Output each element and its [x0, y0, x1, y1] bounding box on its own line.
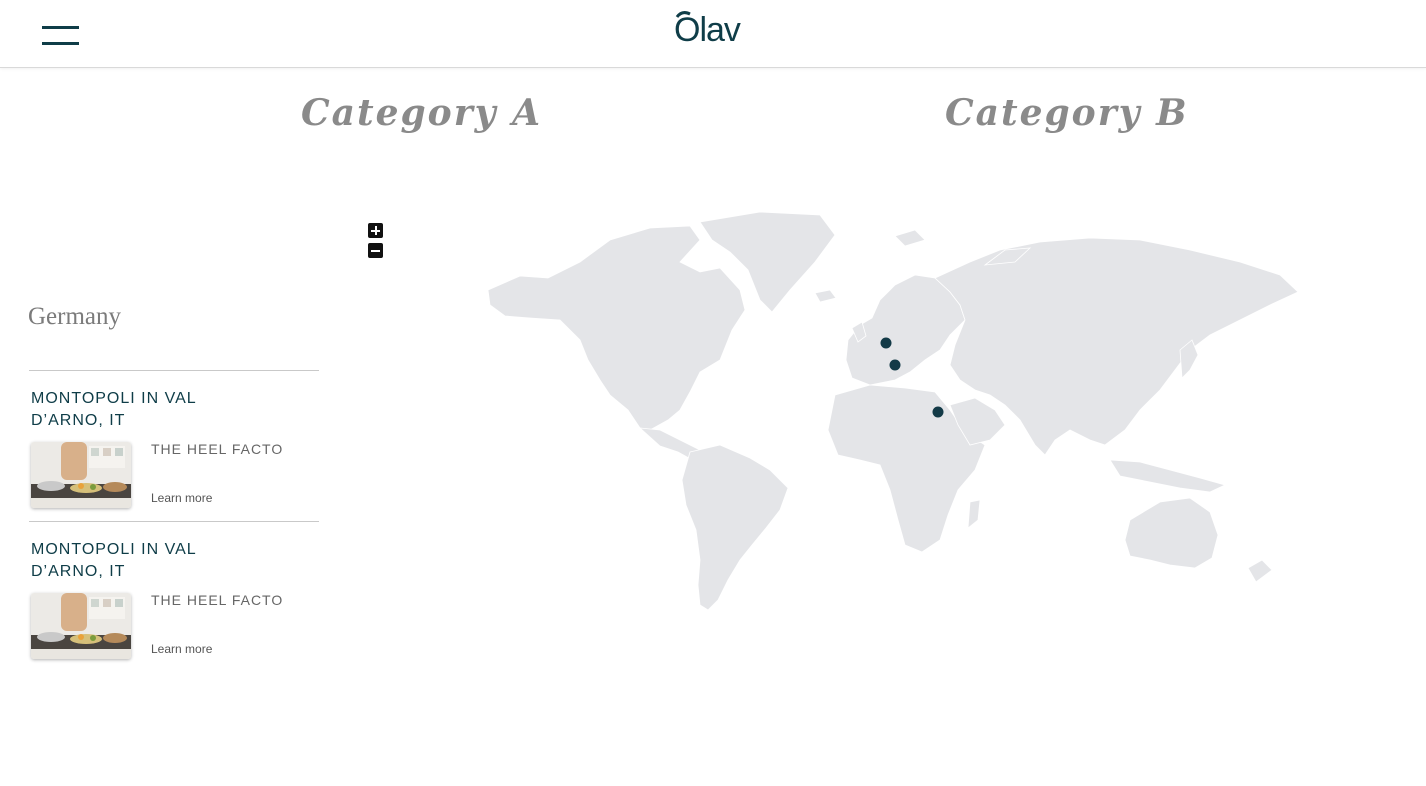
australia-shape	[1124, 497, 1219, 569]
svg-text:Olav: Olav	[674, 11, 741, 49]
new-zealand-shape	[1247, 559, 1273, 583]
hamburger-menu-icon[interactable]	[42, 26, 79, 46]
zoom-out-button[interactable]	[368, 243, 383, 258]
list-item: MONTOPOLI IN VAL D’ARNO, IT THE HEEL FAC…	[29, 521, 319, 672]
store-name: THE HEEL FACTO	[151, 592, 284, 608]
madagascar-shape	[967, 499, 981, 529]
location-name[interactable]: MONTOPOLI IN VAL D’ARNO, IT	[31, 388, 231, 432]
country-title: Germany	[28, 303, 122, 330]
olav-logo[interactable]: Olav	[674, 8, 764, 52]
location-name[interactable]: MONTOPOLI IN VAL D’ARNO, IT	[31, 539, 231, 583]
top-header: Olav	[0, 0, 1426, 68]
learn-more-link[interactable]: Learn more	[151, 491, 212, 505]
svalbard-shape	[894, 229, 926, 247]
store-name: THE HEEL FACTO	[151, 441, 284, 457]
store-thumbnail[interactable]	[31, 593, 131, 659]
menu-line	[42, 42, 79, 45]
category-a-tab[interactable]: Category A	[301, 92, 542, 134]
list-item: MONTOPOLI IN VAL D’ARNO, IT THE HEEL FAC…	[29, 370, 319, 521]
indonesia-shape	[1109, 459, 1227, 493]
iceland-shape	[814, 289, 837, 303]
learn-more-link[interactable]: Learn more	[151, 642, 212, 656]
map-marker	[889, 359, 901, 371]
map-marker	[880, 337, 892, 349]
north-america-shape	[487, 225, 746, 431]
store-thumbnail[interactable]	[31, 442, 131, 508]
map-marker	[932, 406, 944, 418]
south-america-shape	[681, 444, 789, 611]
zoom-in-button[interactable]	[368, 223, 383, 238]
store-list: MONTOPOLI IN VAL D’ARNO, IT THE HEEL FAC…	[29, 370, 319, 672]
world-map[interactable]	[480, 205, 1310, 615]
menu-line	[42, 26, 79, 29]
category-b-tab[interactable]: Category B	[945, 92, 1189, 134]
